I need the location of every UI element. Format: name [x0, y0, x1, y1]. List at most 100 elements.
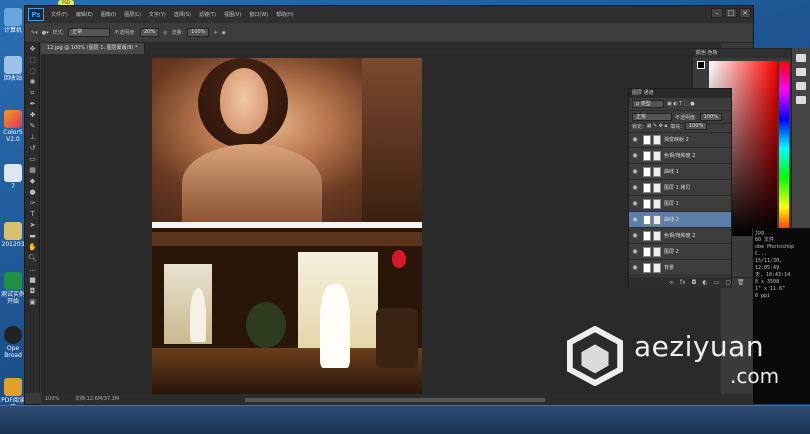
brush-tool-icon[interactable]: ✎	[27, 121, 38, 131]
menu-filter[interactable]: 滤镜(T)	[195, 11, 220, 18]
shape-tool-icon[interactable]: ▬	[27, 231, 38, 241]
layer-mask-thumbnail[interactable]	[653, 214, 661, 225]
zoom-level[interactable]: 100%	[45, 396, 59, 402]
document-tab[interactable]: 12.jpg @ 100% (图层 1, 图层蒙版/8) *	[41, 43, 145, 54]
hand-tool-icon[interactable]: ✋	[27, 242, 38, 252]
hue-slider[interactable]	[779, 61, 789, 236]
layer-row[interactable]: ◉ 曲线 2	[629, 212, 731, 228]
panel-icon[interactable]	[796, 96, 806, 104]
visibility-eye-icon[interactable]: ◉	[629, 248, 641, 255]
layer-name[interactable]: 曲线 2	[664, 216, 679, 223]
layer-name[interactable]: 色相/饱和度 2	[664, 152, 695, 159]
visibility-eye-icon[interactable]: ◉	[629, 264, 641, 271]
opacity-field[interactable]: 20%	[139, 28, 160, 37]
marquee-tool-icon[interactable]: ⬚	[27, 55, 38, 65]
new-layer-icon[interactable]: ▢	[725, 277, 731, 288]
group-icon[interactable]: ▭	[714, 277, 720, 288]
brush-size-icon[interactable]: ●▾	[42, 30, 49, 36]
layer-row[interactable]: ◉ 图层 1	[629, 196, 731, 212]
layer-mask-thumbnail[interactable]	[653, 262, 661, 273]
path-select-icon[interactable]: ➤	[27, 220, 38, 230]
visibility-eye-icon[interactable]: ◉	[629, 232, 641, 239]
flow-field[interactable]: 100%	[187, 28, 210, 37]
visibility-eye-icon[interactable]: ◉	[629, 136, 641, 143]
fx-icon[interactable]: fx	[680, 277, 686, 288]
type-tool-icon[interactable]: T	[27, 209, 38, 219]
quick-mask-icon[interactable]: ◘	[27, 286, 38, 296]
move-tool-icon[interactable]: ✥	[27, 44, 38, 54]
dodge-tool-icon[interactable]: ●	[27, 187, 38, 197]
layer-name[interactable]: 图层 1	[664, 200, 679, 207]
adjust-icon[interactable]: ◐	[702, 277, 707, 288]
layer-mask-thumbnail[interactable]	[653, 198, 661, 209]
menu-image[interactable]: 图像(I)	[97, 11, 120, 18]
desktop-icon-folder[interactable]: 201203	[0, 222, 26, 248]
menu-view[interactable]: 视图(V)	[220, 11, 245, 18]
layer-name[interactable]: 渐变映射 2	[664, 136, 689, 143]
pen-tool-icon[interactable]: ✑	[27, 198, 38, 208]
layer-name[interactable]: 图层 1 拷贝	[664, 184, 690, 191]
pressure-size-icon[interactable]: ◉	[222, 30, 226, 36]
layer-row[interactable]: ◉ 色相/饱和度 2	[629, 148, 731, 164]
layer-filter-select[interactable]: ρ 类型	[632, 100, 664, 108]
close-button[interactable]: ×	[739, 8, 751, 18]
visibility-eye-icon[interactable]: ◉	[629, 200, 641, 207]
layer-mask-thumbnail[interactable]	[653, 150, 661, 161]
stamp-tool-icon[interactable]: ⊥	[27, 132, 38, 142]
layer-name[interactable]: 色相/饱和度 2	[664, 232, 695, 239]
menu-file[interactable]: 文件(F)	[47, 11, 72, 18]
visibility-eye-icon[interactable]: ◉	[629, 168, 641, 175]
lock-icons[interactable]: ▦ ✎ ✥ 🔒︎	[647, 123, 668, 129]
crop-tool-icon[interactable]: ⌗	[27, 88, 38, 98]
desktop-icon-obs[interactable]: Ope Broad	[0, 326, 26, 359]
airbrush-icon[interactable]: ✈	[213, 30, 217, 36]
minimize-button[interactable]: –	[711, 8, 723, 18]
menu-layer[interactable]: 图层(L)	[120, 11, 145, 18]
gradient-tool-icon[interactable]: ▦	[27, 165, 38, 175]
eyedropper-tool-icon[interactable]: ✒	[27, 99, 38, 109]
menu-edit[interactable]: 编辑(E)	[72, 11, 97, 18]
blur-tool-icon[interactable]: ◆	[27, 176, 38, 186]
horizontal-scrollbar[interactable]	[245, 398, 545, 402]
layer-row[interactable]: ◉ 背景	[629, 260, 731, 276]
menu-help[interactable]: 帮助(H)	[272, 11, 298, 18]
more-tools-icon[interactable]: …	[27, 264, 38, 274]
desktop-icon-computer[interactable]: 计算机	[0, 8, 26, 34]
pressure-opacity-icon[interactable]: ◎	[163, 30, 167, 36]
brush-preset-icon[interactable]: ✎▾	[31, 30, 38, 36]
layer-row[interactable]: ◉ 曲线 1	[629, 164, 731, 180]
fill-field[interactable]: 100%	[684, 122, 708, 130]
color-swatches-icon[interactable]: ■	[27, 275, 38, 285]
foreground-swatch[interactable]	[697, 61, 705, 69]
layers-panel-tabs[interactable]: 图层 通道	[629, 89, 731, 98]
visibility-eye-icon[interactable]: ◉	[629, 184, 641, 191]
trash-icon[interactable]: 🗑︎	[737, 277, 745, 288]
mask-icon[interactable]: ◘	[692, 277, 697, 288]
lasso-tool-icon[interactable]: ◌	[27, 66, 38, 76]
maximize-button[interactable]: □	[725, 8, 737, 18]
layer-name[interactable]: 图层 2	[664, 248, 679, 255]
menu-select[interactable]: 选择(S)	[170, 11, 195, 18]
layer-row[interactable]: ◉ 图层 1 拷贝	[629, 180, 731, 196]
healing-tool-icon[interactable]: ✚	[27, 110, 38, 120]
layer-name[interactable]: 曲线 1	[664, 168, 679, 175]
layer-mask-thumbnail[interactable]	[653, 134, 661, 145]
layer-mask-thumbnail[interactable]	[653, 230, 661, 241]
history-brush-icon[interactable]: ↺	[27, 143, 38, 153]
filter-icons[interactable]: ▣ ◐ T ⬚ ●	[667, 101, 695, 107]
layer-row[interactable]: ◉ 渐变映射 2	[629, 132, 731, 148]
layer-row[interactable]: ◉ 图层 2	[629, 244, 731, 260]
desktop-icon-excel[interactable]: 测试实例 开始	[0, 272, 26, 305]
layer-row[interactable]: ◉ 色相/饱和度 2	[629, 228, 731, 244]
visibility-eye-icon[interactable]: ◉	[629, 152, 641, 159]
link-icon[interactable]: ∞	[669, 277, 674, 288]
menu-window[interactable]: 窗口(W)	[245, 11, 272, 18]
style-select[interactable]: 正常	[68, 28, 111, 37]
layer-mask-thumbnail[interactable]	[653, 166, 661, 177]
panel-icon[interactable]	[796, 54, 806, 62]
menu-type[interactable]: 文字(Y)	[145, 11, 170, 18]
panel-icon[interactable]	[796, 68, 806, 76]
desktop-icon-7[interactable]: 7	[0, 164, 26, 190]
panel-icon[interactable]	[796, 82, 806, 90]
quick-select-tool-icon[interactable]: ✺	[27, 77, 38, 87]
